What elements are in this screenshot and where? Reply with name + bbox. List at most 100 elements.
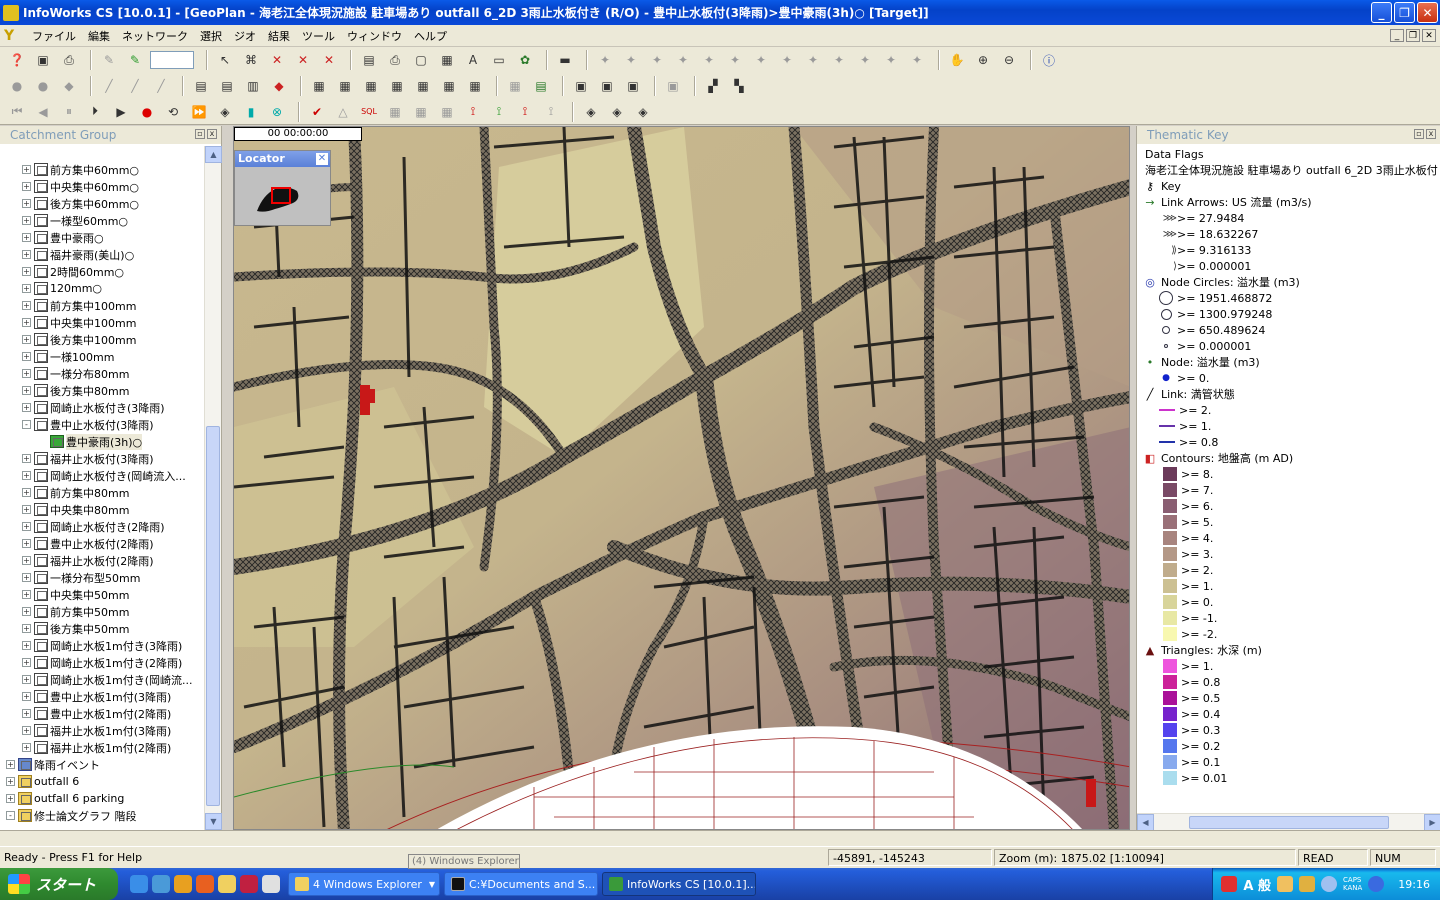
expand-icon[interactable]: +	[6, 760, 15, 769]
tool-a-icon[interactable]: ●	[6, 75, 28, 97]
tree-node[interactable]: + 岡崎止水板付き(3降雨)	[0, 399, 204, 416]
tree-node[interactable]: +120mm○	[0, 280, 204, 297]
triangle-icon[interactable]: △	[332, 101, 354, 123]
tree-node[interactable]: 豊中豪雨(3h)○	[0, 433, 204, 450]
expand-icon[interactable]: +	[6, 777, 15, 786]
grid-icon[interactable]: ▦	[436, 49, 458, 71]
panel-icon[interactable]: ▭	[488, 49, 510, 71]
link-table-icon[interactable]: ▤	[216, 75, 238, 97]
tool-gray-10-icon[interactable]: ✦	[828, 49, 850, 71]
expand-icon[interactable]: +	[22, 641, 31, 650]
grid-7-icon[interactable]: ▦	[464, 75, 486, 97]
result-3-icon[interactable]: ▣	[622, 75, 644, 97]
tree-node[interactable]: + 後方集中80mm	[0, 382, 204, 399]
loop-icon[interactable]: ⟲	[162, 101, 184, 123]
tree-node[interactable]: + 福井止水板1m付(3降雨)	[0, 722, 204, 739]
locator-close-button[interactable]: ✕	[316, 153, 328, 165]
edit-pen-icon[interactable]: ✎	[98, 49, 120, 71]
ime-indicator[interactable]: A 般	[1243, 875, 1271, 894]
expand-icon[interactable]: +	[22, 607, 31, 616]
marker-icon[interactable]: ▮	[240, 101, 262, 123]
grid-6-icon[interactable]: ▦	[438, 75, 460, 97]
task-infoworks[interactable]: InfoWorks CS [10.0.1]...	[602, 872, 756, 896]
tree-node[interactable]: + 一様分布型50mm	[0, 569, 204, 586]
tree-node[interactable]: + 一様型60mm○	[0, 212, 204, 229]
expand-icon[interactable]: +	[22, 165, 31, 174]
expand-icon[interactable]: +	[22, 692, 31, 701]
scroll-right-arrow-icon[interactable]: ▶	[1424, 814, 1440, 830]
query-2-icon[interactable]: ◈	[606, 101, 628, 123]
map-canvas[interactable]	[234, 127, 1130, 830]
tree-node[interactable]: - 豊中止水板付(3降雨)	[0, 416, 204, 433]
grid-1-icon[interactable]: ▦	[308, 75, 330, 97]
info-icon[interactable]: ⓘ	[1038, 49, 1060, 71]
tool-gray-7-icon[interactable]: ✦	[750, 49, 772, 71]
tree-node[interactable]: + 前方集中100mm	[0, 297, 204, 314]
expand-icon[interactable]: +	[22, 301, 31, 310]
firefox-icon[interactable]	[196, 875, 214, 893]
validate-check-icon[interactable]: ✔	[306, 101, 328, 123]
disc-icon[interactable]	[262, 875, 280, 893]
expand-icon[interactable]: +	[22, 675, 31, 684]
menu-window[interactable]: ウィンドウ	[341, 28, 408, 44]
start-button[interactable]: スタート	[0, 868, 118, 900]
tool-gray-8-icon[interactable]: ✦	[776, 49, 798, 71]
panel-close-button[interactable]: x	[207, 129, 217, 139]
tree-node[interactable]: + 福井止水板付(2降雨)	[0, 552, 204, 569]
tree-node[interactable]: + 後方集中50mm	[0, 620, 204, 637]
expand-icon[interactable]: +	[22, 522, 31, 531]
tool-gray-13-icon[interactable]: ✦	[906, 49, 928, 71]
expand-icon[interactable]: +	[22, 403, 31, 412]
tree-node[interactable]: + 中央集中60mm○	[0, 178, 204, 195]
trace-1-icon[interactable]: ⟟	[462, 101, 484, 123]
tree-node[interactable]: + 中央集中50mm	[0, 586, 204, 603]
scroll-up-arrow-icon[interactable]: ▲	[205, 146, 222, 163]
tree-node[interactable]: + 中央集中100mm	[0, 314, 204, 331]
pencil-green-icon[interactable]: ✎	[124, 49, 146, 71]
menu-edit[interactable]: 編集	[82, 28, 116, 44]
locator-header[interactable]: Locator ✕	[235, 151, 330, 167]
save-icon[interactable]: ▣	[32, 49, 54, 71]
grid-4-icon[interactable]: ▦	[386, 75, 408, 97]
delete-link-icon[interactable]: ✕	[266, 49, 288, 71]
zoom-in-icon[interactable]: ⊕	[972, 49, 994, 71]
menu-tools[interactable]: ツール	[296, 28, 341, 44]
mdi-close-button[interactable]: ✕	[1422, 29, 1436, 42]
collapse-icon[interactable]: -	[22, 420, 31, 429]
ime-tool-icon[interactable]	[1277, 876, 1294, 892]
expand-icon[interactable]: +	[22, 233, 31, 242]
pointer-icon[interactable]: ↖	[214, 49, 236, 71]
locator-window[interactable]: Locator ✕	[234, 150, 331, 226]
sql-icon[interactable]: SQL	[358, 101, 380, 123]
tree-scrollbar[interactable]: ▲ ▼	[204, 146, 222, 830]
expand-icon[interactable]: +	[22, 250, 31, 259]
expand-icon[interactable]: +	[22, 709, 31, 718]
tool-f-icon[interactable]: ╱	[150, 75, 172, 97]
trace-4-icon[interactable]: ⟟	[540, 101, 562, 123]
expand-icon[interactable]: +	[22, 590, 31, 599]
pan-hand-icon[interactable]: ✋	[946, 49, 968, 71]
tree-view[interactable]: + 前方集中60mm○ + 中央集中60mm○ + 後方集中60mm○ + 一様型60mm○ +…	[0, 146, 204, 830]
scroll-down-arrow-icon[interactable]: ▼	[205, 813, 222, 830]
network-icon[interactable]: ✿	[514, 49, 536, 71]
grid-3-icon[interactable]: ▦	[360, 75, 382, 97]
result-2-icon[interactable]: ▣	[596, 75, 618, 97]
grid-8-icon[interactable]: ▦	[504, 75, 526, 97]
layer-combo[interactable]	[150, 51, 194, 69]
expand-icon[interactable]: +	[22, 556, 31, 565]
collapse-icon[interactable]: -	[6, 811, 15, 820]
window-icon[interactable]: ▢	[410, 49, 432, 71]
tree-node[interactable]: + 福井止水板1m付(2降雨)	[0, 739, 204, 756]
expand-icon[interactable]: +	[22, 743, 31, 752]
tool-e-icon[interactable]: ╱	[124, 75, 146, 97]
print-icon[interactable]: ⎙	[58, 49, 80, 71]
grid-2-icon[interactable]: ▦	[334, 75, 356, 97]
back-arrow-icon[interactable]	[1368, 876, 1385, 892]
table-3-icon[interactable]: ▦	[436, 101, 458, 123]
geoplan-map[interactable]	[233, 126, 1130, 830]
panel-dock-button[interactable]: ▫	[195, 129, 205, 139]
document-icon[interactable]: Y	[4, 28, 20, 44]
help-icon[interactable]	[1321, 876, 1338, 892]
tree-node[interactable]: + 前方集中80mm	[0, 484, 204, 501]
media-icon[interactable]	[174, 875, 192, 893]
